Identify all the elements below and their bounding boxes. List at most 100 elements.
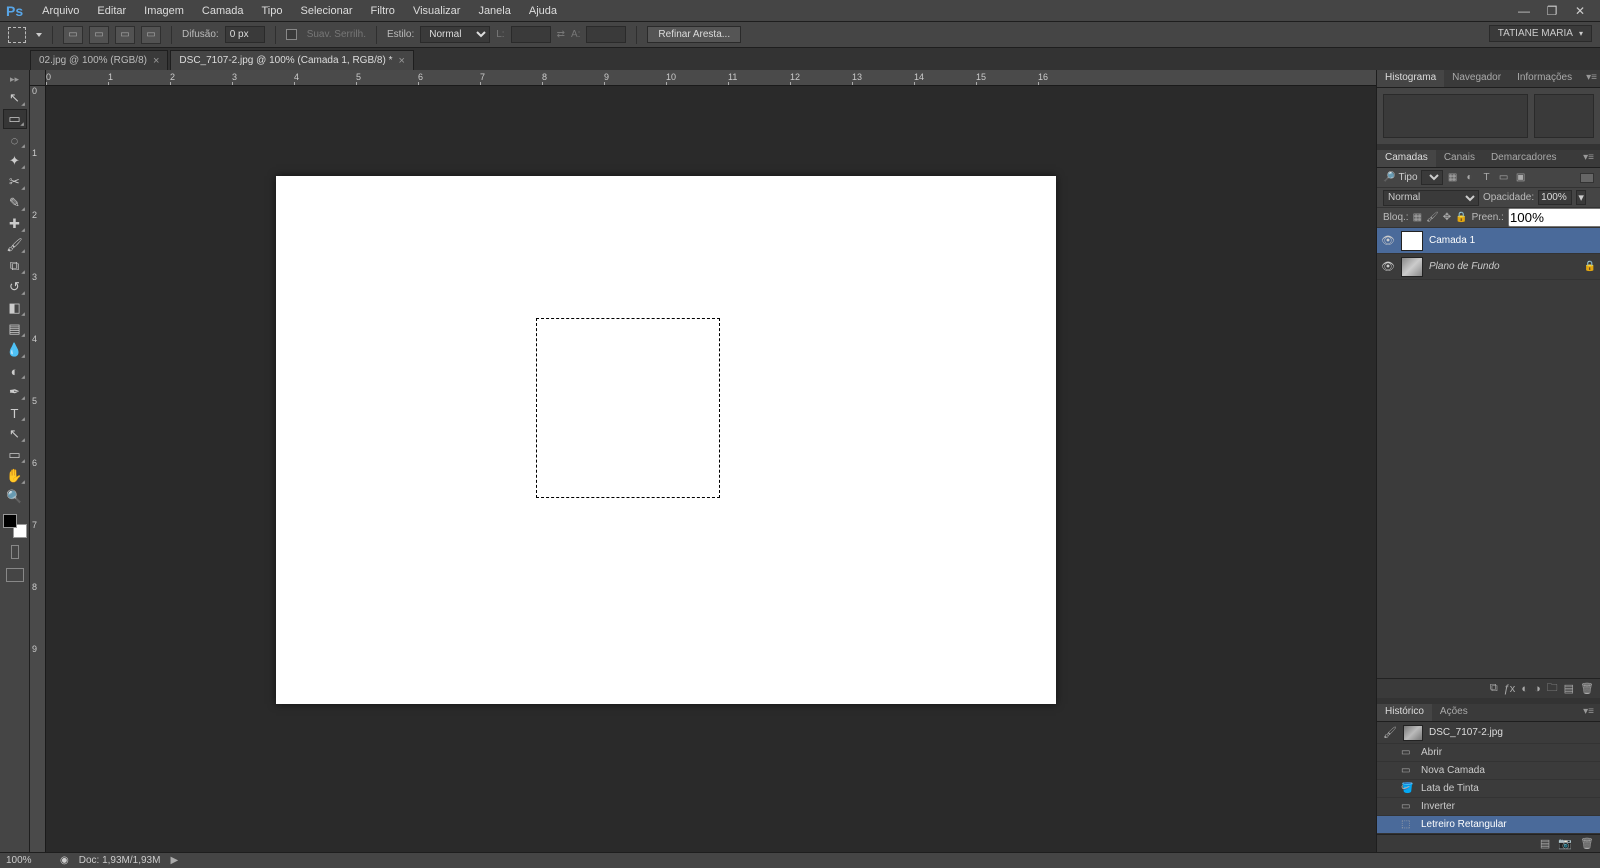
tab-close-icon[interactable]: × (153, 55, 159, 67)
menu-file[interactable]: Arquivo (33, 2, 88, 20)
filter-pixel-icon[interactable]: ▦ (1446, 171, 1460, 185)
selection-intersect-icon[interactable]: ▭ (141, 26, 161, 44)
menu-select[interactable]: Selecionar (292, 2, 362, 20)
window-close-icon[interactable]: ✕ (1566, 2, 1594, 20)
toolbox-collapse-icon[interactable]: ▸▸ (10, 74, 19, 85)
selection-marquee[interactable] (536, 318, 720, 498)
canvas[interactable] (276, 176, 1056, 704)
style-select[interactable]: Normal (420, 26, 490, 43)
menu-filter[interactable]: Filtro (361, 2, 403, 20)
selection-subtract-icon[interactable]: ▭ (115, 26, 135, 44)
move-tool-icon[interactable]: ↖ (3, 88, 27, 108)
fill-input[interactable] (1508, 208, 1600, 227)
filter-toggle[interactable] (1580, 173, 1594, 183)
history-brush-tool-icon[interactable]: ↺ (3, 277, 27, 297)
blur-tool-icon[interactable]: 💧 (3, 340, 27, 360)
ruler-vertical[interactable]: 0123456789 (30, 86, 46, 852)
status-menu-icon[interactable]: ◉ (60, 855, 69, 866)
layer-row[interactable]: 👁 Camada 1 (1377, 228, 1600, 254)
history-snapshot-row[interactable]: 🖌 DSC_7107-2.jpg (1377, 722, 1600, 744)
lock-all-icon[interactable]: 🔒 (1455, 211, 1467, 225)
menu-edit[interactable]: Editar (88, 2, 135, 20)
document-tab[interactable]: DSC_7107-2.jpg @ 100% (Camada 1, RGB/8) … (170, 50, 413, 70)
tab-close-icon[interactable]: × (398, 55, 404, 67)
eraser-tool-icon[interactable]: ◧ (3, 298, 27, 318)
filter-type-icon[interactable]: T (1480, 171, 1494, 185)
brush-tool-icon[interactable]: 🖌 (3, 235, 27, 255)
layer-fx-icon[interactable]: ƒx (1504, 683, 1516, 695)
refine-edge-button[interactable]: Refinar Aresta... (647, 26, 741, 43)
magic-wand-tool-icon[interactable]: ✦ (3, 151, 27, 171)
color-swatches[interactable] (3, 514, 27, 538)
antialias-checkbox[interactable] (286, 29, 297, 40)
new-adjustment-icon[interactable]: ◑ (1534, 683, 1541, 695)
visibility-icon[interactable]: 👁 (1381, 234, 1395, 247)
history-step-row[interactable]: ▭Inverter (1377, 798, 1600, 816)
type-tool-icon[interactable]: T (3, 403, 27, 423)
layer-thumb[interactable] (1401, 257, 1423, 277)
panel-menu-icon[interactable]: ▾≡ (1577, 704, 1600, 721)
tab-info[interactable]: Informações (1509, 70, 1580, 87)
clone-stamp-tool-icon[interactable]: ⧉ (3, 256, 27, 276)
healing-brush-tool-icon[interactable]: ✚ (3, 214, 27, 234)
tab-paths[interactable]: Demarcadores (1483, 150, 1565, 167)
layer-thumb[interactable] (1401, 231, 1423, 251)
history-step-row[interactable]: ▭Nova Camada (1377, 762, 1600, 780)
history-step-row[interactable]: ⬚Letreiro Retangular (1377, 816, 1600, 834)
selection-new-icon[interactable]: ▭ (63, 26, 83, 44)
tab-channels[interactable]: Canais (1436, 150, 1483, 167)
panel-menu-icon[interactable]: ▾≡ (1580, 70, 1600, 87)
new-layer-icon[interactable]: ▤ (1564, 682, 1574, 695)
marquee-tool-icon[interactable] (8, 27, 26, 43)
zoom-tool-icon[interactable]: 🔍 (3, 487, 27, 507)
document-tab[interactable]: 02.jpg @ 100% (RGB/8)× (30, 50, 168, 70)
delete-layer-icon[interactable]: 🗑 (1580, 682, 1594, 695)
filter-shape-icon[interactable]: ▭ (1497, 171, 1511, 185)
status-arrow-icon[interactable]: ▶ (170, 855, 178, 866)
tab-actions[interactable]: Ações (1432, 704, 1476, 721)
filter-smart-icon[interactable]: ▣ (1514, 171, 1528, 185)
menu-view[interactable]: Visualizar (404, 2, 470, 20)
lock-brush-icon[interactable]: 🖌 (1426, 211, 1439, 225)
history-step-row[interactable]: 🪣Lata de Tinta (1377, 780, 1600, 798)
workspace-switcher[interactable]: TATIANE MARIA▾ (1489, 25, 1592, 42)
ruler-origin[interactable] (30, 70, 46, 86)
menu-type[interactable]: Tipo (253, 2, 292, 20)
canvas-area[interactable] (46, 86, 1376, 852)
marquee-tool-icon[interactable]: ▭ (3, 109, 27, 129)
menu-image[interactable]: Imagem (135, 2, 193, 20)
lasso-tool-icon[interactable]: ◌ (3, 130, 27, 150)
history-step-row[interactable]: ▭Abrir (1377, 744, 1600, 762)
gradient-tool-icon[interactable]: ▤ (3, 319, 27, 339)
visibility-icon[interactable]: 👁 (1381, 260, 1395, 273)
opacity-input[interactable] (1538, 190, 1572, 205)
crop-tool-icon[interactable]: ✂ (3, 172, 27, 192)
lock-position-icon[interactable]: ✥ (1443, 211, 1451, 225)
window-restore-icon[interactable]: ❐ (1538, 2, 1566, 20)
tab-history[interactable]: Histórico (1377, 704, 1432, 721)
tab-histogram[interactable]: Histograma (1377, 70, 1444, 87)
shape-tool-icon[interactable]: ▭ (3, 445, 27, 465)
hand-tool-icon[interactable]: ✋ (3, 466, 27, 486)
delete-state-icon[interactable]: 🗑 (1580, 837, 1594, 850)
filter-kind-select[interactable] (1421, 170, 1443, 185)
feather-input[interactable] (225, 26, 265, 43)
zoom-value[interactable]: 100% (6, 855, 50, 866)
layer-mask-icon[interactable]: ◐ (1521, 683, 1528, 695)
layer-name[interactable]: Camada 1 (1429, 235, 1475, 246)
menu-window[interactable]: Janela (469, 2, 519, 20)
dodge-tool-icon[interactable]: ◐ (3, 361, 27, 381)
ruler-horizontal[interactable]: 012345678910111213141516 (46, 70, 1376, 86)
create-document-from-state-icon[interactable]: ▤ (1540, 837, 1550, 850)
tab-navigator[interactable]: Navegador (1444, 70, 1509, 87)
history-brush-source-icon[interactable]: 🖌 (1383, 726, 1397, 739)
layer-row[interactable]: 👁Plano de Fundo🔒 (1377, 254, 1600, 280)
tab-layers[interactable]: Camadas (1377, 150, 1436, 167)
menu-help[interactable]: Ajuda (520, 2, 566, 20)
path-selection-tool-icon[interactable]: ↖ (3, 424, 27, 444)
tool-preset-dropdown-icon[interactable] (36, 33, 42, 37)
new-snapshot-icon[interactable]: 📷 (1558, 837, 1572, 850)
doc-size-label[interactable]: Doc: 1,93M/1,93M (79, 855, 161, 866)
menu-layer[interactable]: Camada (193, 2, 253, 20)
opacity-dropdown-icon[interactable]: ▾ (1576, 190, 1586, 205)
